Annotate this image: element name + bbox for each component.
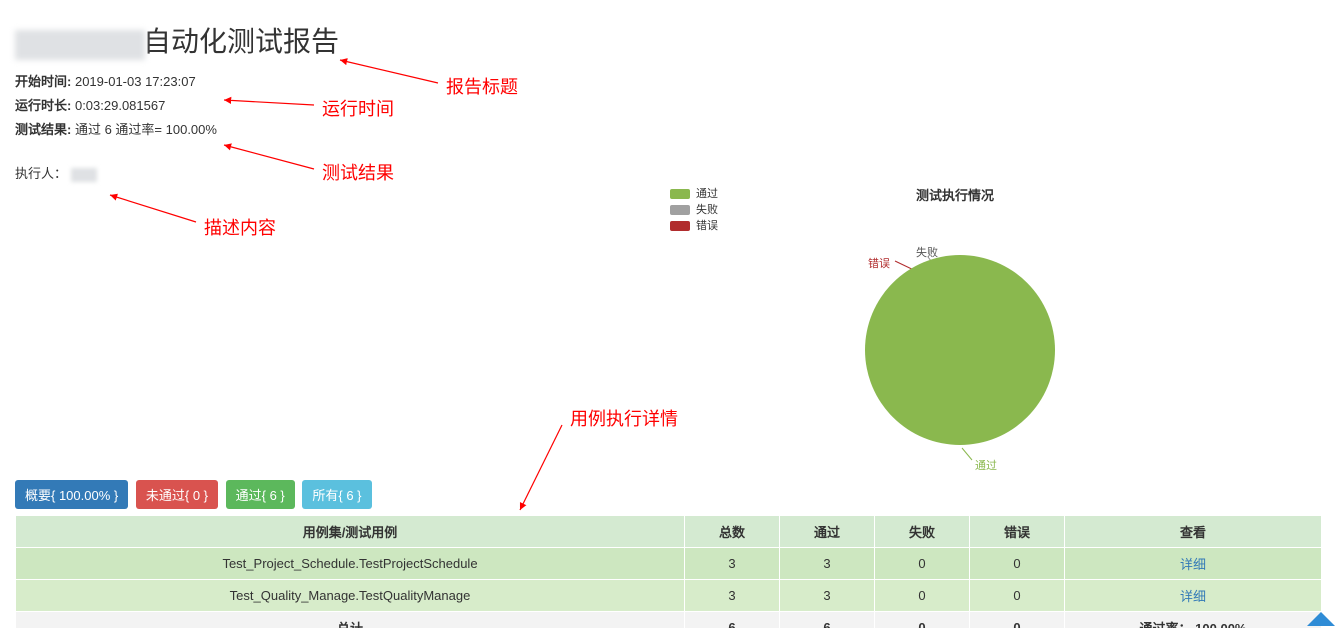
legend-swatch-fail [670, 205, 690, 215]
start-time-value: 2019-01-03 17:23:07 [75, 74, 196, 89]
cell-total: 3 [685, 580, 780, 612]
pie-chart [860, 255, 1060, 455]
annotation-detail: 用例执行详情 [570, 405, 678, 431]
page: 自动化测试报告 开始时间: 2019-01-03 17:23:07 运行时长: … [0, 0, 1337, 628]
not-pass-button[interactable]: 未通过{ 0 } [136, 480, 218, 509]
cell-fail: 0 [875, 548, 970, 580]
pie-label-pass: 通过 [975, 457, 997, 473]
footer-pass: 6 [780, 612, 875, 628]
scroll-to-top-icon[interactable] [1307, 612, 1335, 626]
result: 测试结果: 通过 6 通过率= 100.00% [15, 118, 1337, 142]
annotation-description: 描述内容 [204, 214, 276, 240]
cell-view: 详细 [1065, 580, 1322, 612]
cell-total: 3 [685, 548, 780, 580]
footer-rate: 通过率： 100.00% [1065, 612, 1322, 628]
th-fail: 失败 [875, 516, 970, 548]
table-row: Test_Quality_Manage.TestQualityManage 3 … [16, 580, 1322, 612]
cell-suite: Test_Project_Schedule.TestProjectSchedul… [16, 548, 685, 580]
duration-label: 运行时长: [15, 98, 71, 113]
start-time-label: 开始时间: [15, 74, 71, 89]
test-cases-table: 用例集/测试用例 总数 通过 失败 错误 查看 Test_Project_Sch… [15, 515, 1322, 628]
th-view: 查看 [1065, 516, 1322, 548]
pie-title: 测试执行情况 [870, 185, 1040, 204]
chart-legend: 通过 失败 错误 [670, 186, 718, 234]
pie-label-fail: 失败 [916, 244, 938, 260]
pie-slice-pass [865, 255, 1055, 445]
th-error: 错误 [970, 516, 1065, 548]
legend-swatch-pass [670, 189, 690, 199]
cell-error: 0 [970, 548, 1065, 580]
th-total: 总数 [685, 516, 780, 548]
table-footer-row: 总计 6 6 0 0 通过率： 100.00% [16, 612, 1322, 628]
legend-item-fail: 失败 [670, 202, 718, 218]
executor-label: 执行人： [15, 166, 67, 181]
cell-fail: 0 [875, 580, 970, 612]
report-meta: 开始时间: 2019-01-03 17:23:07 运行时长: 0:03:29.… [0, 60, 1337, 186]
annotation-result: 测试结果 [322, 159, 394, 185]
cell-view: 详细 [1065, 548, 1322, 580]
summary-button[interactable]: 概要{ 100.00% } [15, 480, 128, 509]
start-time: 开始时间: 2019-01-03 17:23:07 [15, 70, 1337, 94]
cell-pass: 3 [780, 548, 875, 580]
detail-link[interactable]: 详细 [1180, 589, 1206, 604]
result-label: 测试结果: [15, 122, 71, 137]
pie-label-error: 错误 [868, 255, 890, 271]
table-header-row: 用例集/测试用例 总数 通过 失败 错误 查看 [16, 516, 1322, 548]
footer-total: 6 [685, 612, 780, 628]
cell-pass: 3 [780, 580, 875, 612]
footer-error: 0 [970, 612, 1065, 628]
filter-buttons: 概要{ 100.00% } 未通过{ 0 } 通过{ 6 } 所有{ 6 } [15, 480, 376, 509]
all-button[interactable]: 所有{ 6 } [302, 480, 371, 509]
legend-item-pass: 通过 [670, 186, 718, 202]
legend-swatch-error [670, 221, 690, 231]
pass-button[interactable]: 通过{ 6 } [226, 480, 295, 509]
cell-error: 0 [970, 580, 1065, 612]
executor-value-redacted [71, 168, 97, 182]
th-suite: 用例集/测试用例 [16, 516, 685, 548]
footer-fail: 0 [875, 612, 970, 628]
legend-label-fail: 失败 [696, 204, 718, 216]
footer-rate-value: 100.00% [1195, 621, 1246, 628]
footer-label: 总计 [16, 612, 685, 628]
footer-rate-label: 通过率： [1140, 621, 1192, 628]
title-text: 自动化测试报告 [143, 26, 339, 57]
th-pass: 通过 [780, 516, 875, 548]
redacted-title-prefix [15, 30, 145, 60]
duration-value: 0:03:29.081567 [75, 98, 165, 113]
duration: 运行时长: 0:03:29.081567 [15, 94, 1337, 118]
annotation-title: 报告标题 [446, 73, 518, 99]
page-title: 自动化测试报告 [0, 0, 1337, 60]
legend-label-pass: 通过 [696, 188, 718, 200]
result-value: 通过 6 通过率= 100.00% [75, 122, 217, 137]
cell-suite: Test_Quality_Manage.TestQualityManage [16, 580, 685, 612]
legend-label-error: 错误 [696, 220, 718, 232]
executor: 执行人： [15, 162, 1337, 186]
annotation-runtime: 运行时间 [322, 95, 394, 121]
table-row: Test_Project_Schedule.TestProjectSchedul… [16, 548, 1322, 580]
detail-link[interactable]: 详细 [1180, 557, 1206, 572]
legend-item-error: 错误 [670, 218, 718, 234]
